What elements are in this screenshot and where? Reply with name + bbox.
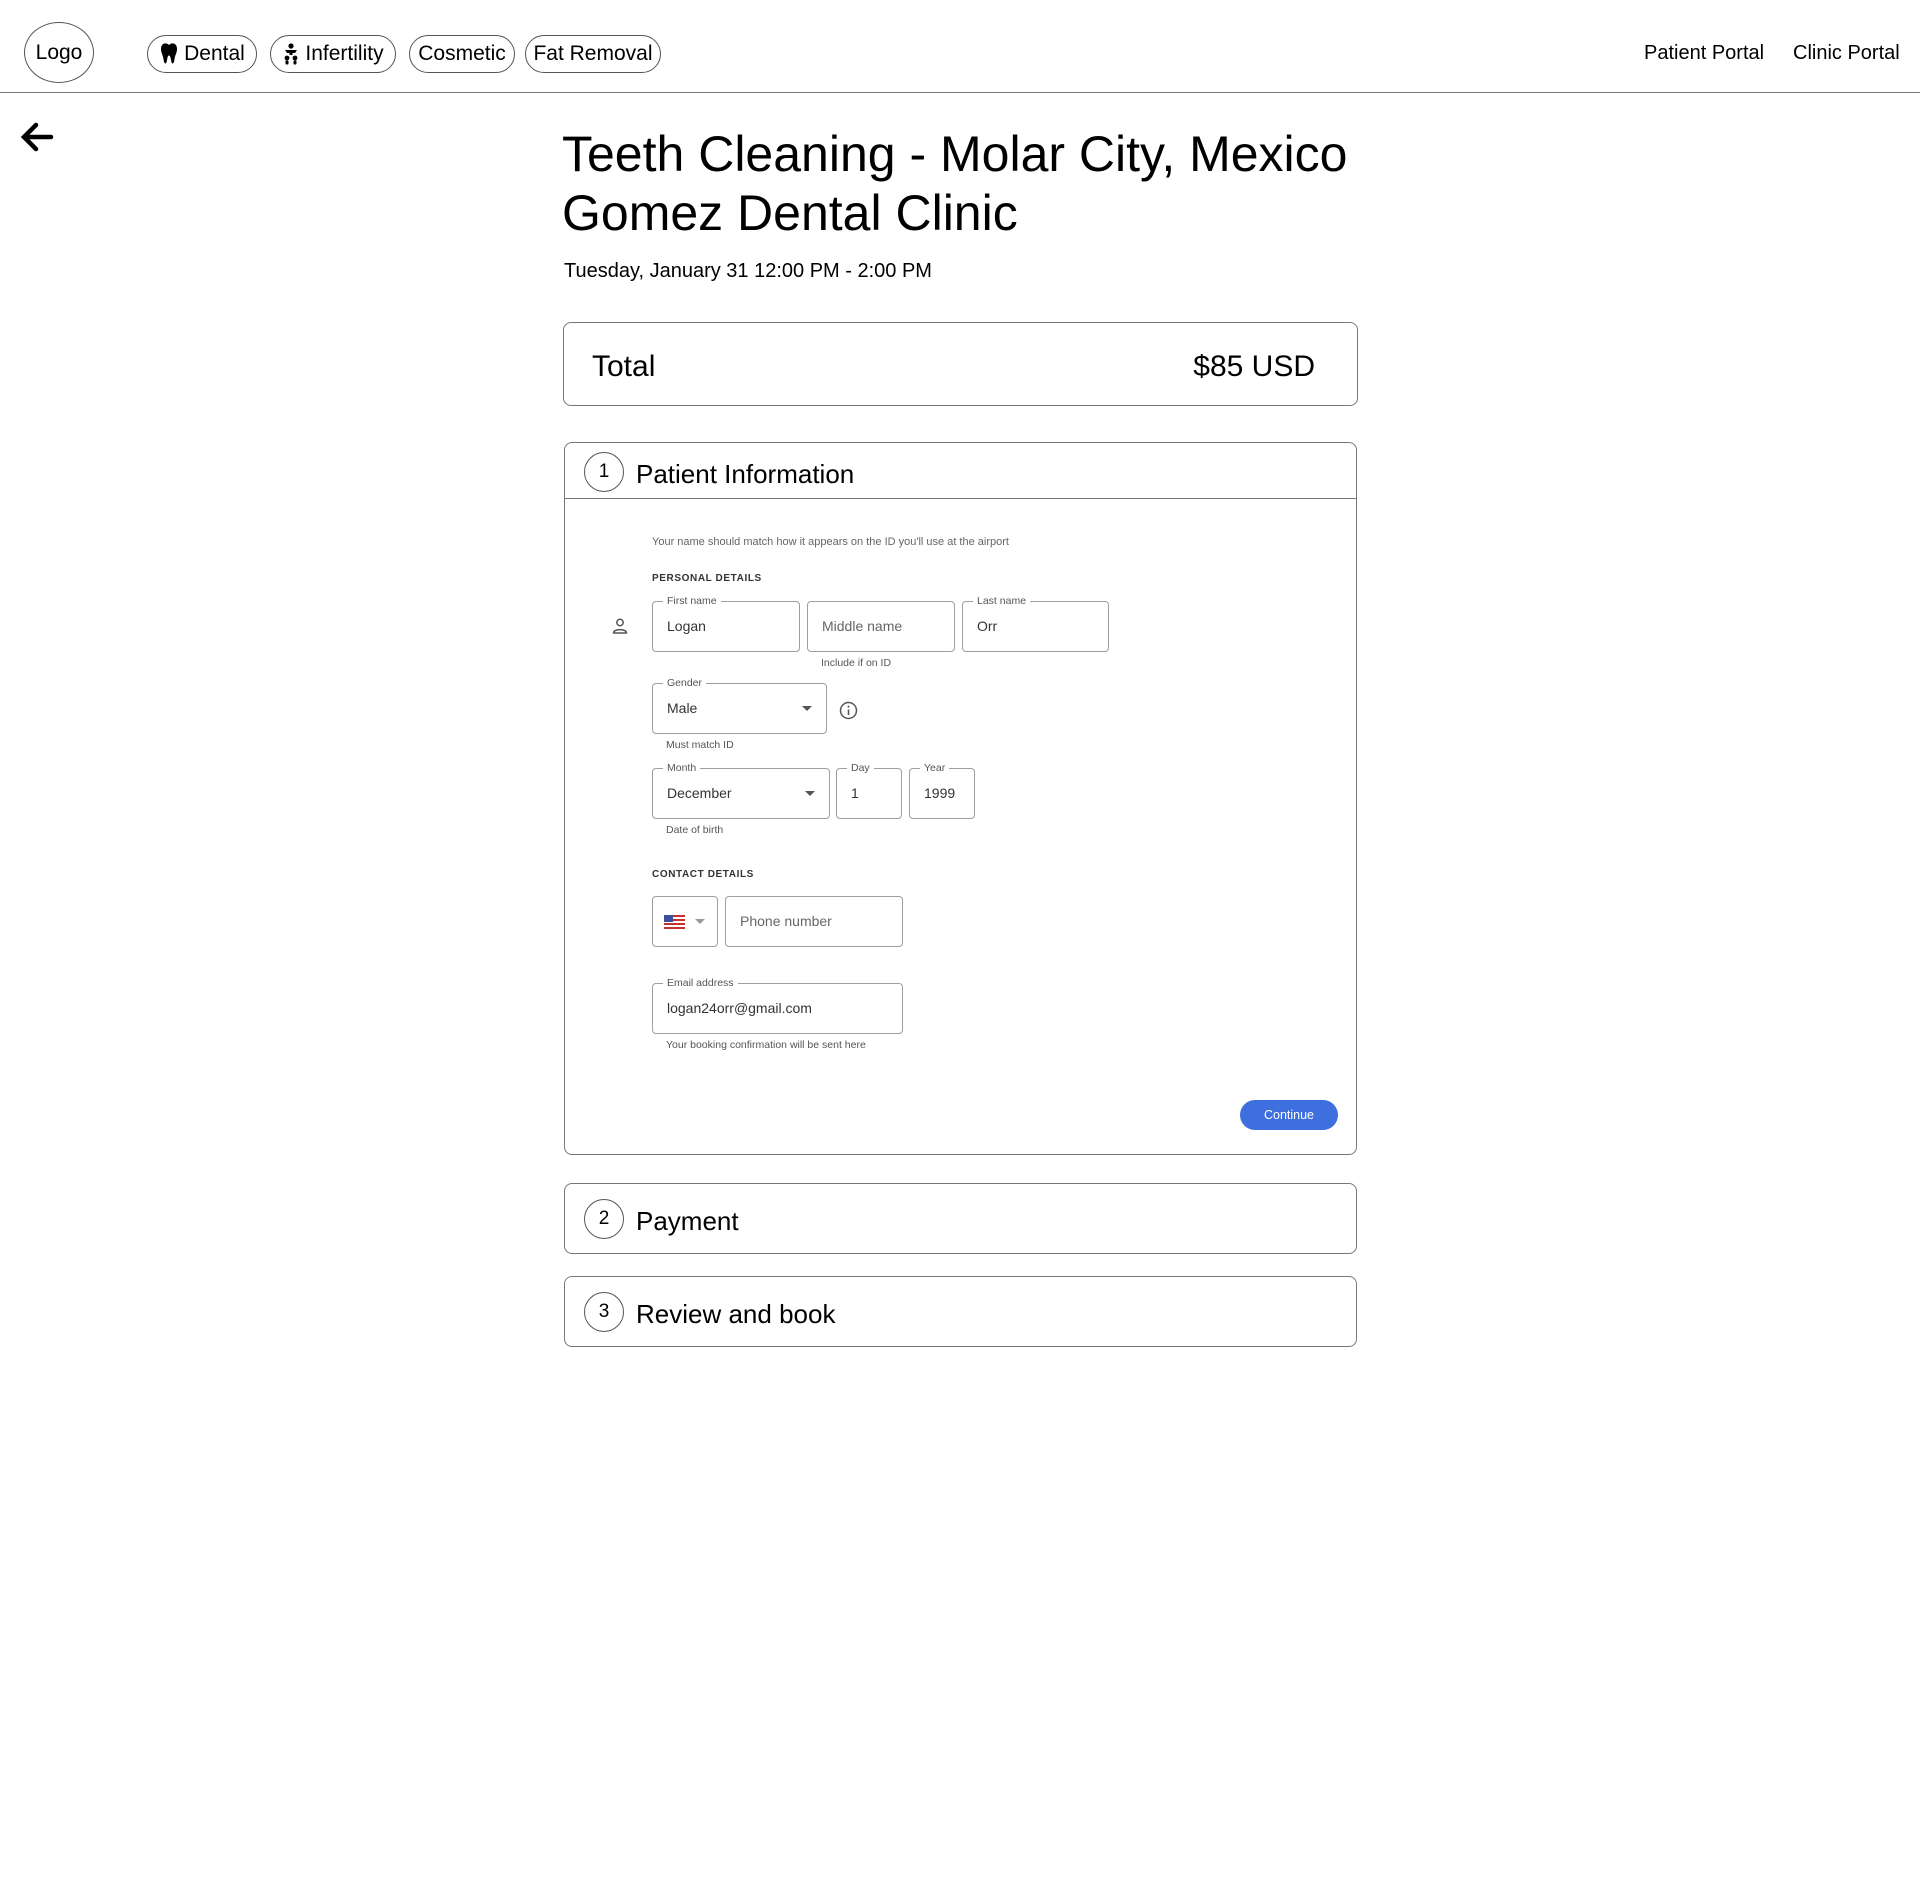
step-number: 2 bbox=[584, 1199, 624, 1239]
clinic-name: Gomez Dental Clinic bbox=[562, 185, 1018, 241]
info-icon[interactable] bbox=[839, 701, 858, 720]
last-name-label: Last name bbox=[973, 594, 1031, 608]
step-title: Patient Information bbox=[636, 459, 855, 489]
country-code-select[interactable] bbox=[652, 896, 718, 947]
first-name-label: First name bbox=[663, 594, 721, 608]
email-label: Email address bbox=[663, 976, 738, 990]
middle-name-field[interactable]: Middle name bbox=[807, 601, 955, 652]
chevron-down-icon bbox=[802, 706, 812, 711]
gender-helper: Must match ID bbox=[666, 739, 734, 751]
gender-select[interactable]: Gender Male bbox=[652, 676, 827, 734]
gender-value: Male bbox=[667, 700, 698, 716]
chevron-down-icon bbox=[805, 791, 815, 796]
personal-details-heading: PERSONAL DETAILS bbox=[652, 573, 762, 584]
step-header[interactable]: 3 Review and book bbox=[565, 1277, 1356, 1333]
first-name-value: Logan bbox=[667, 618, 706, 634]
category-pill-infertility[interactable]: Infertility bbox=[270, 35, 396, 73]
step-title: Payment bbox=[636, 1206, 739, 1236]
clinic-portal-link[interactable]: Clinic Portal bbox=[1793, 42, 1900, 65]
month-label: Month bbox=[663, 761, 701, 775]
day-value: 1 bbox=[851, 785, 859, 801]
us-flag-icon bbox=[664, 915, 685, 929]
step-number: 1 bbox=[584, 452, 624, 492]
total-price: $85 USD bbox=[1193, 350, 1315, 383]
step-header[interactable]: 2 Payment bbox=[565, 1184, 1356, 1240]
patient-portal-link[interactable]: Patient Portal bbox=[1644, 42, 1764, 65]
continue-button[interactable]: Continue bbox=[1240, 1100, 1338, 1130]
category-pill-cosmetic[interactable]: Cosmetic bbox=[409, 35, 515, 73]
year-field[interactable]: Year 1999 bbox=[909, 761, 975, 819]
total-card: Total $85 USD bbox=[563, 322, 1358, 406]
middle-name-placeholder: Middle name bbox=[822, 618, 903, 634]
middle-name-helper: Include if on ID bbox=[821, 657, 892, 669]
last-name-value: Orr bbox=[977, 618, 998, 634]
month-value: December bbox=[667, 785, 732, 801]
category-pill-dental[interactable]: Dental bbox=[147, 35, 257, 73]
total-label: Total bbox=[592, 350, 656, 383]
back-button[interactable] bbox=[18, 118, 56, 156]
top-navigation-bar: Logo Dental Infertility Cosmetic Fat Rem… bbox=[0, 0, 1920, 93]
page-title: Teeth Cleaning - Molar City, Mexico bbox=[562, 126, 1348, 182]
arrow-left-icon bbox=[20, 122, 54, 152]
day-field[interactable]: Day 1 bbox=[836, 761, 902, 819]
logo[interactable]: Logo bbox=[24, 22, 94, 83]
email-helper: Your booking confirmation will be sent h… bbox=[666, 1039, 866, 1051]
step-number: 3 bbox=[584, 1292, 624, 1332]
dob-helper: Date of birth bbox=[666, 824, 724, 836]
tooth-icon bbox=[161, 43, 178, 64]
year-value: 1999 bbox=[924, 785, 956, 801]
phone-number-field[interactable]: Phone number bbox=[725, 896, 903, 947]
gender-label: Gender bbox=[663, 676, 707, 690]
last-name-field[interactable]: Last name Orr bbox=[962, 594, 1109, 652]
family-icon bbox=[285, 43, 298, 65]
step-title: Review and book bbox=[636, 1299, 836, 1329]
day-label: Day bbox=[847, 761, 874, 775]
category-pill-fat-removal[interactable]: Fat Removal bbox=[525, 35, 661, 73]
step-header[interactable]: 1 Patient Information bbox=[565, 443, 1356, 499]
email-value: logan24orr@gmail.com bbox=[667, 1000, 812, 1016]
appointment-datetime: Tuesday, January 31 12:00 PM - 2:00 PM bbox=[564, 260, 932, 282]
phone-number-placeholder: Phone number bbox=[740, 913, 832, 929]
chevron-down-icon bbox=[695, 919, 705, 924]
year-label: Year bbox=[920, 761, 950, 775]
month-select[interactable]: Month December bbox=[652, 761, 830, 819]
contact-details-heading: CONTACT DETAILS bbox=[652, 869, 754, 880]
first-name-field[interactable]: First name Logan bbox=[652, 594, 800, 652]
person-icon bbox=[612, 618, 628, 634]
step-review-and-book[interactable]: 3 Review and book bbox=[564, 1276, 1357, 1347]
name-match-note: Your name should match how it appears on… bbox=[652, 536, 1009, 548]
email-field[interactable]: Email address logan24orr@gmail.com bbox=[652, 976, 903, 1034]
step-payment[interactable]: 2 Payment bbox=[564, 1183, 1357, 1254]
